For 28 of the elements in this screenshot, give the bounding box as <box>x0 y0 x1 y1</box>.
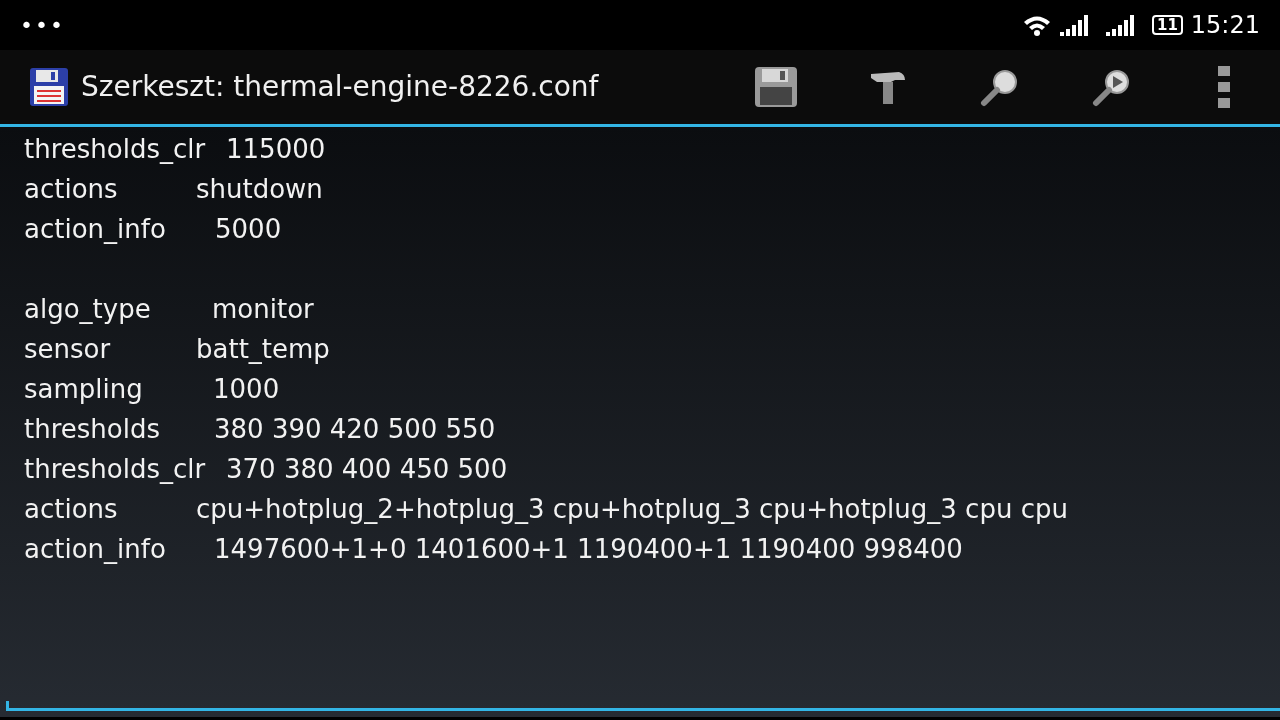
window-title: Szerkeszt: thermal-engine-8226.conf <box>81 69 599 105</box>
config-value: 370 380 400 450 500 <box>226 452 508 486</box>
text-editor-area[interactable] <box>0 127 1280 717</box>
config-key: action_info <box>24 529 214 569</box>
notification-dots: ••• <box>20 11 65 40</box>
config-value: 1497600+1+0 1401600+1 1190400+1 1190400 998400 <box>214 532 963 566</box>
config-key: action_info <box>24 209 215 249</box>
config-value: monitor <box>212 292 314 326</box>
config-key: thresholds <box>24 409 214 449</box>
menu-icon <box>1218 66 1230 108</box>
config-key: actions <box>24 169 196 209</box>
config-value: 380 390 420 500 550 <box>214 412 496 446</box>
config-value: 5000 <box>215 212 282 246</box>
config-key: thresholds_clr <box>24 449 226 489</box>
search-icon <box>980 67 1020 107</box>
config-value: batt_temp <box>196 332 330 366</box>
config-key: actions <box>24 489 196 529</box>
config-key: algo_type <box>24 289 212 329</box>
config-value: shutdown <box>196 172 323 206</box>
config-key: sensor <box>24 329 196 369</box>
config-key: thresholds_clr <box>24 129 226 169</box>
config-key: sampling <box>24 369 213 409</box>
search-play-icon <box>1092 67 1132 107</box>
config-value: 1000 <box>213 372 280 406</box>
config-value: 115000 <box>226 132 326 166</box>
clock-time: 15:21 <box>1190 10 1260 41</box>
config-value: cpu+hotplug_2+hotplug_3 cpu+hotplug_3 cpu+hotplug_3 cpu cpu <box>196 492 1068 526</box>
battery-level: 11 <box>1151 15 1183 35</box>
